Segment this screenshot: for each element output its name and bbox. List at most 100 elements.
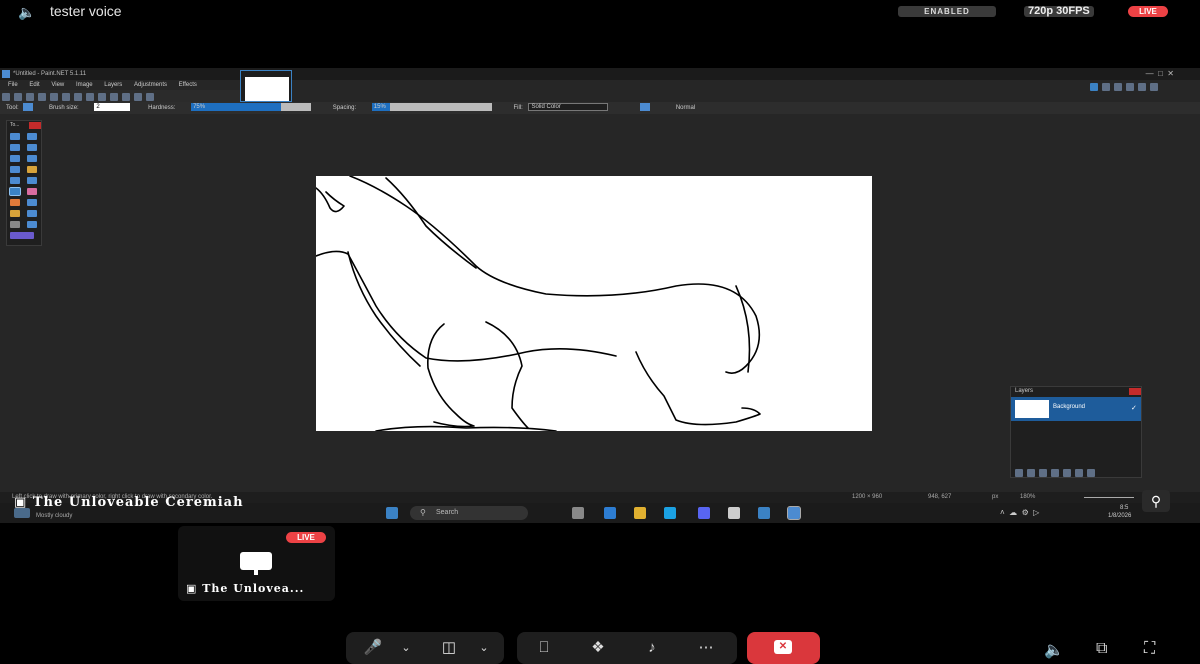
image-thumbnail-tab[interactable] xyxy=(240,70,292,102)
zoom-slider[interactable] xyxy=(1084,497,1134,498)
move-down-icon[interactable] xyxy=(1075,469,1083,477)
colors-icon[interactable] xyxy=(1126,83,1134,91)
mic-options-chevron-icon[interactable]: ⌄ xyxy=(394,632,418,664)
more-icon[interactable]: ⋯ xyxy=(691,632,721,664)
brush-tool-icon[interactable] xyxy=(23,103,34,112)
copy-icon[interactable] xyxy=(62,93,70,101)
print-icon[interactable] xyxy=(38,93,46,101)
system-tray-icons[interactable]: ˄ ☁ ⚙ ▷ xyxy=(1000,508,1039,517)
enabled-badge: ENABLED xyxy=(898,6,996,17)
task-view-icon[interactable] xyxy=(572,507,584,519)
grid-icon[interactable] xyxy=(134,93,142,101)
zoom-in-button[interactable]: ⚲ xyxy=(1142,490,1170,512)
new-icon[interactable] xyxy=(2,93,10,101)
history-icon[interactable] xyxy=(1102,83,1110,91)
screen-share-icon[interactable]: ⎕ xyxy=(529,632,559,664)
fullscreen-icon[interactable]: ⛶ xyxy=(1144,640,1155,658)
magic-wand-icon[interactable] xyxy=(10,166,20,173)
menu-layers[interactable]: Layers xyxy=(104,82,122,88)
recolor-icon[interactable] xyxy=(27,210,37,217)
move-selection-icon[interactable] xyxy=(27,133,37,140)
menu-effects[interactable]: Effects xyxy=(179,82,197,88)
paintnet-taskbar-icon[interactable] xyxy=(787,506,801,520)
cut-icon[interactable] xyxy=(50,93,58,101)
microphone-icon[interactable]: 🎤 xyxy=(356,632,390,664)
menu-image[interactable]: Image xyxy=(76,82,93,88)
redo-icon[interactable] xyxy=(122,93,130,101)
help-icon[interactable] xyxy=(1150,83,1158,91)
menu-adjustments[interactable]: Adjustments xyxy=(134,82,167,88)
edge-icon[interactable] xyxy=(604,507,616,519)
shapes-icon[interactable] xyxy=(10,232,34,239)
camera-options-chevron-icon[interactable]: ⌄ xyxy=(472,632,496,664)
paint-bucket-icon[interactable] xyxy=(10,177,20,184)
spacing-slider[interactable]: 15% xyxy=(371,103,492,112)
layer-properties-icon[interactable] xyxy=(1087,469,1095,477)
tools-window-icon[interactable] xyxy=(1090,83,1098,91)
rectangle-select-icon[interactable] xyxy=(10,133,20,140)
deselect-icon[interactable] xyxy=(98,93,106,101)
units-dropdown[interactable]: px xyxy=(992,492,998,503)
windows-start-icon[interactable] xyxy=(386,507,398,519)
pan-icon[interactable] xyxy=(27,166,37,173)
media-icon[interactable] xyxy=(728,507,740,519)
layer-row-background[interactable]: Background ✓ xyxy=(1011,397,1141,421)
settings-icon[interactable] xyxy=(1138,83,1146,91)
eraser-icon[interactable] xyxy=(27,188,37,195)
duplicate-layer-icon[interactable] xyxy=(1039,469,1047,477)
brush-size-input[interactable]: 2 xyxy=(94,103,131,112)
close-icon[interactable] xyxy=(29,122,41,129)
delete-layer-icon[interactable] xyxy=(1027,469,1035,477)
discord-icon[interactable] xyxy=(698,507,710,519)
open-icon[interactable] xyxy=(14,93,22,101)
paintbrush-icon[interactable] xyxy=(9,187,21,196)
crop-icon[interactable] xyxy=(86,93,94,101)
leave-call-button[interactable]: ✕ xyxy=(747,632,820,664)
zoom-icon[interactable] xyxy=(27,155,37,162)
drawing-canvas[interactable] xyxy=(315,175,872,432)
close-icon[interactable] xyxy=(1129,388,1141,395)
window-controls-icon[interactable]: — □ ✕ xyxy=(1146,68,1174,80)
color-picker-icon[interactable] xyxy=(27,199,37,206)
fill-dropdown[interactable]: Solid Color xyxy=(528,103,609,112)
hardness-slider[interactable]: 75% xyxy=(191,103,312,112)
popout-icon[interactable]: ⧉ xyxy=(1096,640,1107,658)
line-curve-icon[interactable] xyxy=(27,221,37,228)
menu-view[interactable]: View xyxy=(51,82,64,88)
add-layer-icon[interactable] xyxy=(1015,469,1023,477)
gradient-icon[interactable] xyxy=(27,177,37,184)
streamer-name: The Unloveable Ceremiah xyxy=(32,495,244,510)
menu-edit[interactable]: Edit xyxy=(29,82,39,88)
blend-mode-dropdown[interactable]: Normal xyxy=(676,105,695,111)
save-icon[interactable] xyxy=(26,93,34,101)
pencil-icon[interactable] xyxy=(10,199,20,206)
activities-icon[interactable]: ❖ xyxy=(583,632,613,664)
clone-stamp-icon[interactable] xyxy=(10,210,20,217)
move-selected-icon[interactable] xyxy=(27,144,37,151)
soundboard-icon[interactable]: ♪ xyxy=(637,632,667,664)
layer-actions-bar xyxy=(1013,465,1141,477)
text-icon[interactable] xyxy=(10,221,20,228)
ruler-icon[interactable] xyxy=(146,93,154,101)
move-up-icon[interactable] xyxy=(1063,469,1071,477)
layers-window-icon[interactable] xyxy=(1114,83,1122,91)
file-explorer-icon[interactable] xyxy=(634,507,646,519)
ellipse-select-icon[interactable] xyxy=(10,155,20,162)
zoom-level[interactable]: 180% xyxy=(1020,492,1035,503)
undo-icon[interactable] xyxy=(110,93,118,101)
search-placeholder: Search xyxy=(436,509,459,516)
taskbar-search[interactable]: ⚲ Search xyxy=(410,506,528,520)
browser-icon[interactable] xyxy=(664,507,676,519)
horse-head-stroke xyxy=(315,187,345,213)
merge-layer-icon[interactable] xyxy=(1051,469,1059,477)
menu-file[interactable]: File xyxy=(8,82,18,88)
store-icon[interactable] xyxy=(758,507,770,519)
paste-icon[interactable] xyxy=(74,93,82,101)
lasso-select-icon[interactable] xyxy=(10,144,20,151)
screen-share-stream[interactable]: *Untitled - Paint.NET 5.1.11 — □ ✕ File … xyxy=(0,68,1200,523)
camera-off-icon[interactable]: ◫ xyxy=(432,632,466,664)
checkmark-icon[interactable]: ✓ xyxy=(1131,404,1137,412)
volume-icon[interactable]: 🔈 xyxy=(1044,640,1064,660)
antialias-icon[interactable] xyxy=(640,103,651,112)
stream-participant-tile[interactable]: LIVE ▣ The Unlovea... xyxy=(178,526,335,601)
